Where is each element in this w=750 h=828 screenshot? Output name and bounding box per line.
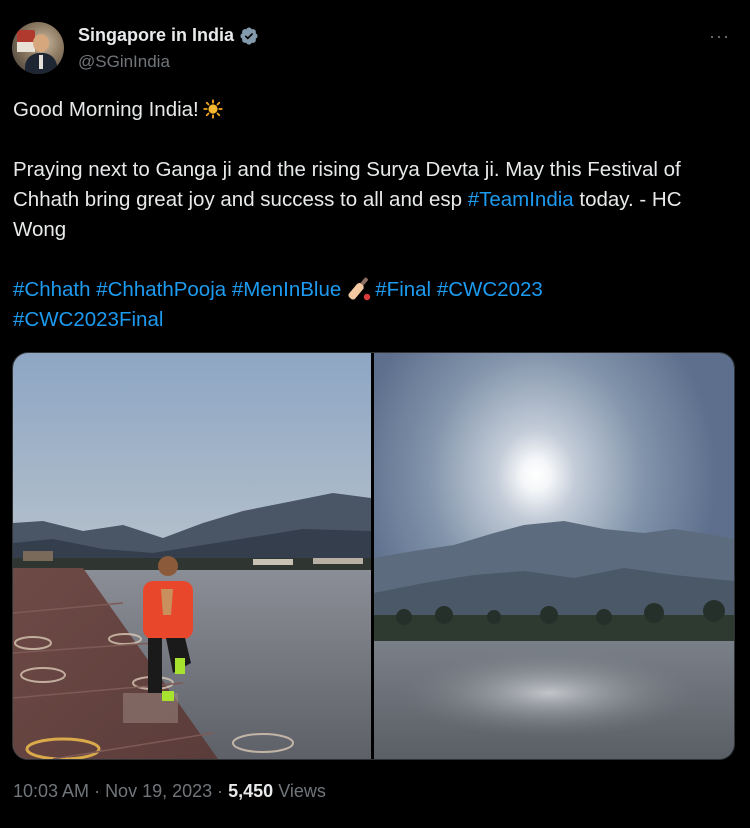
hashtag-link[interactable]: #MenInBlue (232, 278, 341, 301)
sun-emoji-icon (203, 99, 223, 119)
more-options-button[interactable]: ··· (709, 26, 730, 47)
greeting-line: Good Morning India! (13, 95, 738, 125)
hashtag-link[interactable]: #CWC2023Final (13, 308, 163, 331)
verified-badge-icon (240, 26, 258, 45)
hashtag-link[interactable]: #Final (375, 278, 431, 301)
tweet-date[interactable]: Nov 19, 2023 (105, 781, 212, 801)
account-handle[interactable]: @SGinIndia (78, 52, 170, 72)
hashtag-link[interactable]: #ChhathPooja (96, 278, 226, 301)
tweet-metadata: 10:03 AM · Nov 19, 2023 · 5,450 Views (13, 781, 326, 801)
views-label: Views (273, 781, 326, 801)
cricket-bat-emoji-icon (348, 277, 371, 301)
tweet-time[interactable]: 10:03 AM (13, 781, 89, 801)
tweet-text: Good Morning India! Praying next to Gang… (13, 95, 738, 335)
hashtag-link[interactable]: #CWC2023 (437, 278, 543, 301)
display-name[interactable]: Singapore in India (78, 25, 234, 46)
photo-man-yoga-pose-riverbank[interactable] (13, 353, 371, 759)
hashtag-link[interactable]: #TeamIndia (468, 188, 574, 211)
ellipsis-icon: ··· (709, 26, 730, 46)
avatar[interactable] (12, 22, 64, 74)
tweet-card: Singapore in India @SGinIndia ··· Good M… (0, 0, 750, 828)
message-body: Praying next to Ganga ji and the rising … (13, 158, 682, 241)
photo-rising-sun-over-river[interactable] (374, 353, 734, 759)
hashtag-line: #Chhath #ChhathPooja #MenInBlue #Final #… (13, 275, 738, 335)
media-gallery (12, 352, 735, 760)
hashtag-link[interactable]: #Chhath (13, 278, 91, 301)
views-count: 5,450 (228, 781, 274, 801)
account-name-row: Singapore in India (78, 25, 259, 46)
